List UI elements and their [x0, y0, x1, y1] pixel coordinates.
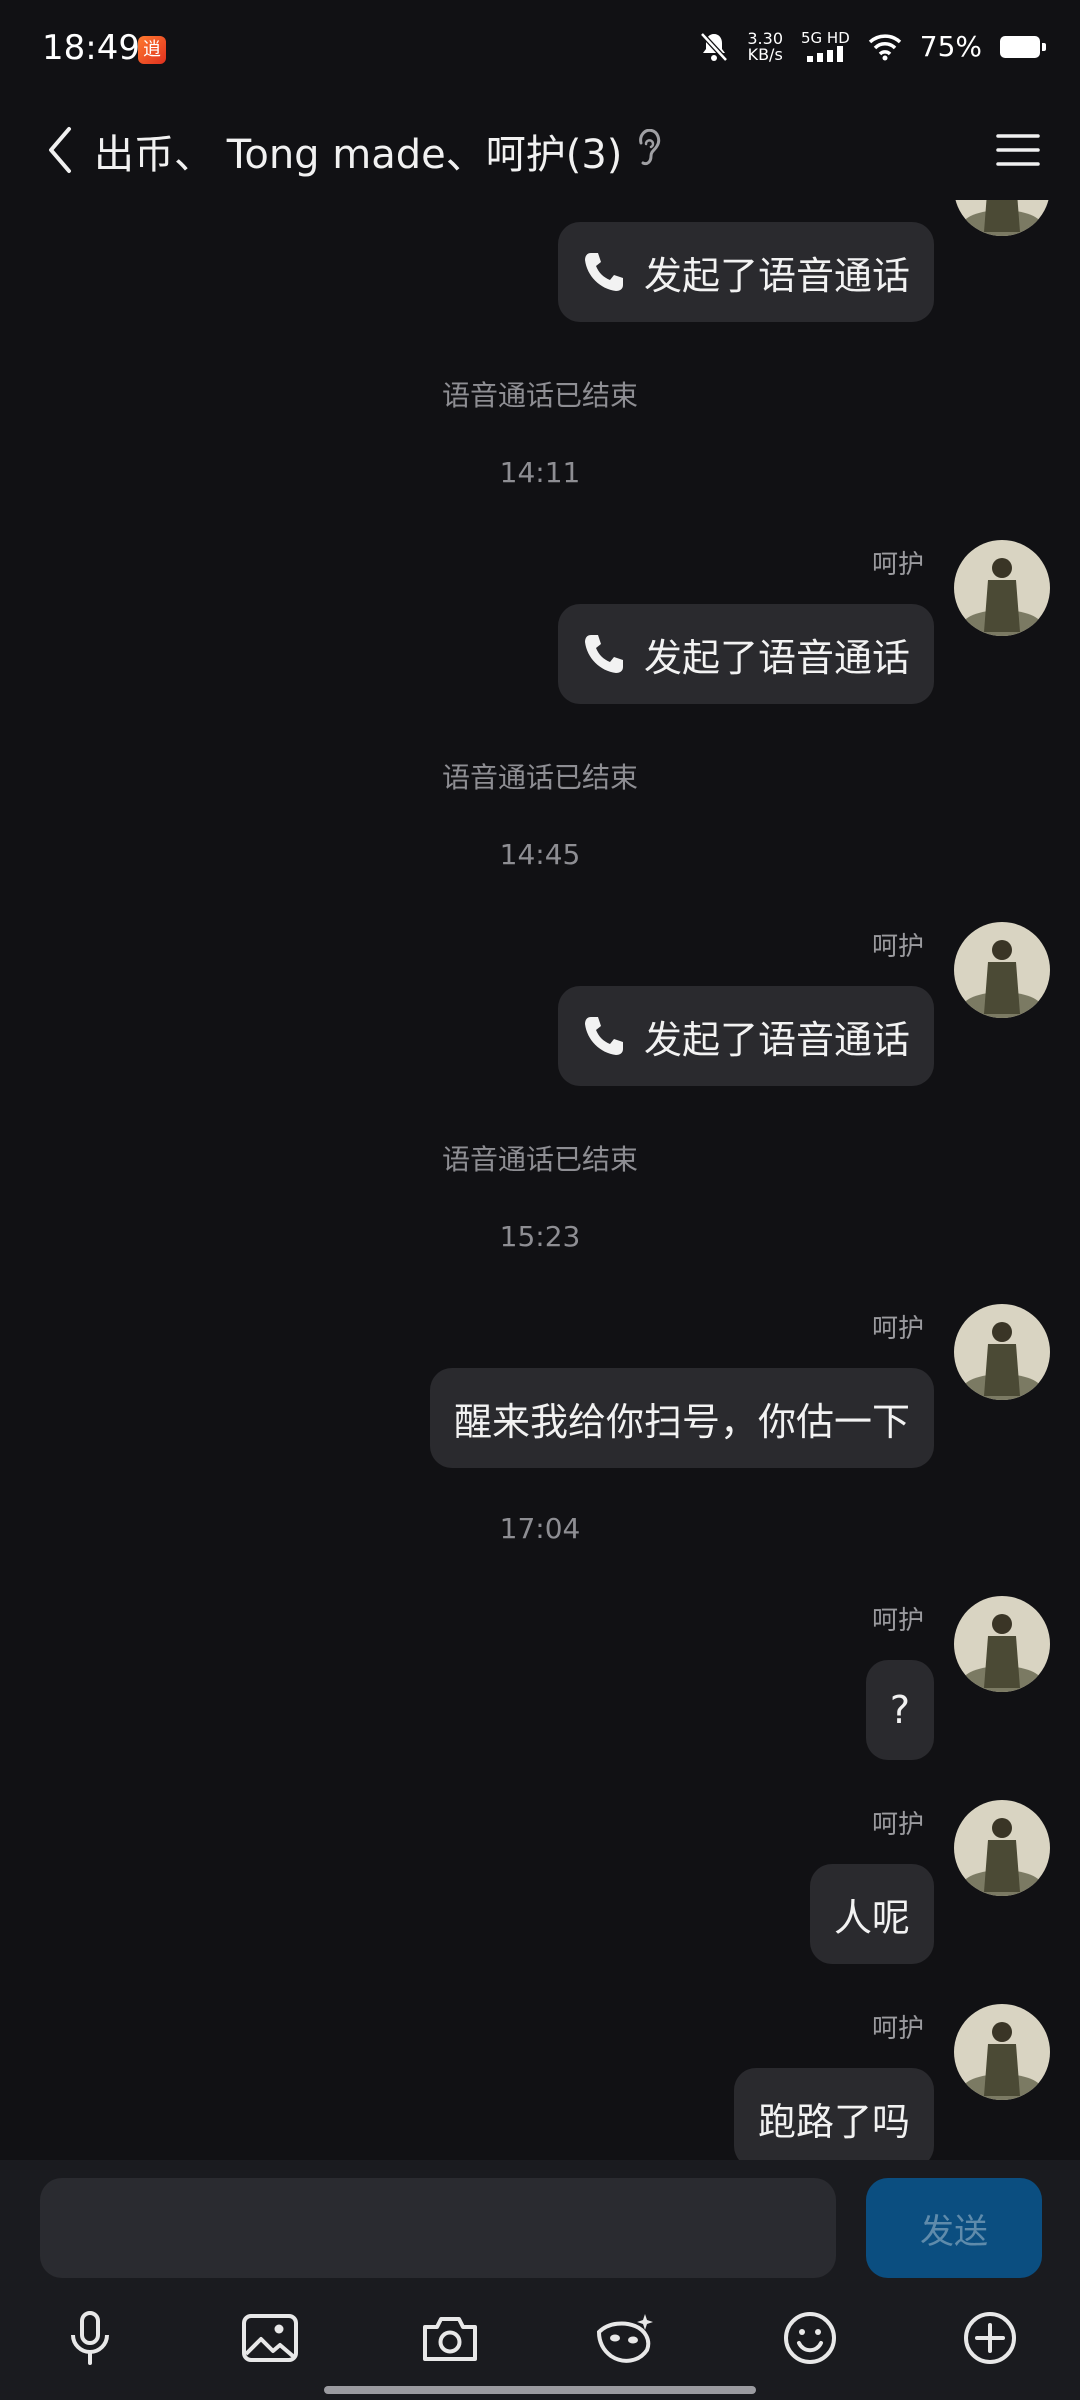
mask-button[interactable]: [586, 2298, 666, 2378]
ear-icon: [632, 126, 666, 172]
timestamp: 14:11: [499, 456, 581, 489]
battery-percent: 75%: [919, 30, 982, 63]
wifi-icon: [868, 33, 901, 60]
menu-icon: [996, 134, 1040, 166]
call-ended-notice: 语音通话已结束: [441, 1143, 638, 1176]
message-input[interactable]: [40, 2178, 836, 2278]
network-speed: 3.30 KB/s: [747, 28, 783, 64]
timestamp: 14:45: [499, 838, 581, 871]
avatar[interactable]: [954, 2004, 1050, 2100]
timestamp: 15:23: [499, 1220, 581, 1253]
call-message[interactable]: 发起了语音通话: [557, 222, 934, 322]
sender-name: 呵护: [871, 2014, 924, 2044]
input-bar: 发送: [0, 2160, 1080, 2400]
avatar[interactable]: [954, 540, 1050, 636]
chat-title[interactable]: 出币、 Tong made、呵护(3): [94, 122, 622, 180]
chat-header: 出币、 Tong made、呵护(3): [0, 100, 1080, 200]
phone-icon: [582, 1014, 626, 1058]
voice-button[interactable]: [50, 2298, 130, 2378]
text-message[interactable]: ?: [865, 1660, 934, 1760]
signal-bars-icon: [807, 46, 844, 62]
text-message[interactable]: 跑路了吗: [733, 2068, 934, 2160]
app-notification-icon: 逍: [138, 36, 166, 64]
cellular-signal: 5G HD: [801, 31, 850, 62]
input-toolbar: [0, 2298, 1080, 2378]
timestamp: 17:04: [499, 1512, 581, 1545]
sender-name: 呵护: [871, 932, 924, 962]
avatar[interactable]: [954, 1800, 1050, 1896]
back-icon: [49, 127, 71, 173]
sender-name: 呵护: [871, 550, 924, 580]
call-ended-notice: 语音通话已结束: [441, 379, 638, 412]
sender-name: 呵护: [871, 1810, 924, 1840]
status-time: 18:49: [42, 28, 140, 68]
status-bar: 18:49 逍 3.30 KB/s 5G HD 75%: [0, 0, 1080, 100]
message-list[interactable]: 发起了语音通话 语音通话已结束 14:11 呵护 发起了语音通话 语音通话已结束…: [0, 200, 1080, 2160]
call-message[interactable]: 发起了语音通话: [557, 604, 934, 704]
sender-name: 呵护: [871, 1314, 924, 1344]
plus-icon: [964, 2312, 1016, 2364]
call-message[interactable]: 发起了语音通话: [557, 986, 934, 1086]
face-mask-icon: [596, 2314, 653, 2363]
avatar[interactable]: [954, 1304, 1050, 1400]
phone-icon: [582, 632, 626, 676]
emoji-icon: [784, 2312, 836, 2364]
send-button[interactable]: 发送: [866, 2178, 1042, 2278]
call-ended-notice: 语音通话已结束: [441, 761, 638, 794]
emoji-button[interactable]: [770, 2298, 850, 2378]
image-icon: [242, 2314, 298, 2362]
sender-name: 呵护: [871, 1606, 924, 1636]
camera-icon: [423, 2317, 477, 2361]
avatar[interactable]: [954, 922, 1050, 1018]
back-button[interactable]: [30, 118, 90, 182]
home-indicator[interactable]: [324, 2386, 756, 2394]
menu-button[interactable]: [986, 118, 1050, 182]
status-indicators: 3.30 KB/s 5G HD 75%: [699, 28, 1046, 64]
camera-button[interactable]: [410, 2298, 490, 2378]
text-message[interactable]: 人呢: [809, 1864, 934, 1964]
battery-icon: [1000, 35, 1046, 58]
more-button[interactable]: [950, 2298, 1030, 2378]
phone-icon: [582, 250, 626, 294]
avatar[interactable]: [954, 1596, 1050, 1692]
text-message[interactable]: 醒来我给你扫号，你估一下: [429, 1368, 934, 1468]
mute-bell-icon: [700, 31, 729, 62]
avatar[interactable]: [954, 200, 1050, 236]
microphone-icon: [71, 2311, 109, 2365]
photo-button[interactable]: [230, 2298, 310, 2378]
